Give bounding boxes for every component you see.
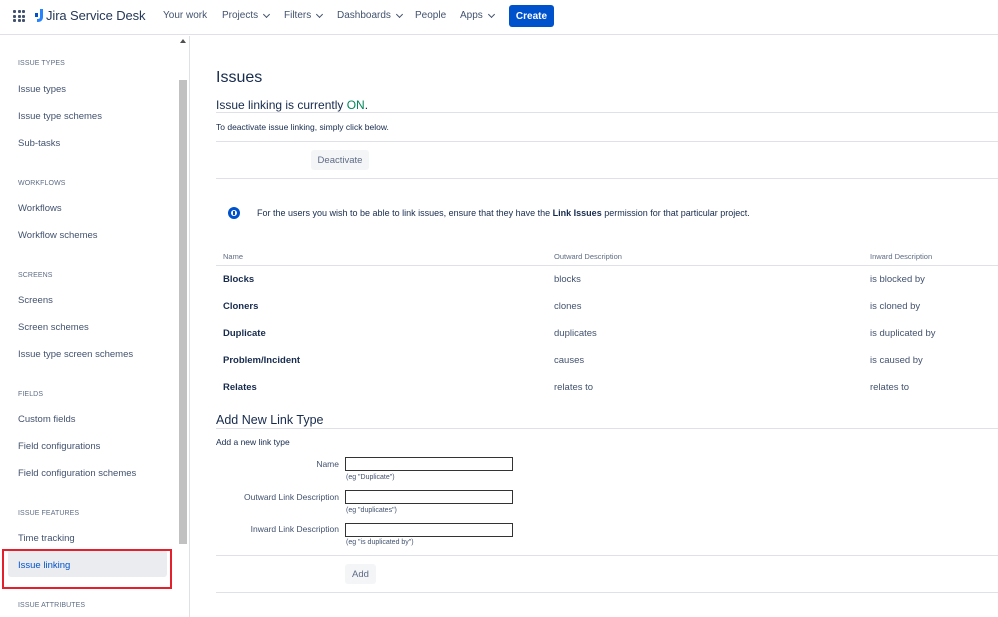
chevron-down-icon [316,10,324,18]
outward-description: clones [554,301,582,312]
inward-description: is cloned by [870,301,921,312]
jira-logo-icon [35,8,43,22]
sidebar-item-screen-schemes[interactable]: Screen schemes [18,322,89,333]
nav-filters[interactable]: Filters [284,10,324,21]
sidebar-item-workflows[interactable]: Workflows [18,203,62,214]
inward-label: Inward Link Description [250,524,339,534]
section-title-issue-types: ISSUE TYPES [18,60,65,67]
name-input[interactable] [345,457,513,471]
outward-label: Outward Link Description [244,492,339,502]
sidebar-item-screens[interactable]: Screens [18,295,53,306]
sidebar-item-field-configuration-schemes[interactable]: Field configuration schemes [18,468,136,479]
divider [216,112,998,113]
section-title-screens: SCREENS [18,272,53,279]
nav-projects[interactable]: Projects [222,10,271,21]
outward-description: relates to [554,382,594,393]
info-text-after: permission for that particular project. [601,208,750,218]
outward-description: duplicates [554,328,597,339]
link-name: Relates [223,382,257,393]
deactivate-button[interactable]: Deactivate [311,150,369,170]
divider [216,592,998,593]
nav-label: Dashboards [337,10,391,21]
nav-apps[interactable]: Apps [460,10,495,21]
nav-label: Filters [284,10,312,21]
outward-description-input[interactable] [345,490,513,504]
chevron-down-icon [395,10,403,18]
col-header-inward: Inward Description [870,252,933,261]
product-name: Jira Service Desk [46,8,146,23]
add-link-type-heading: Add New Link Type [216,413,324,427]
name-label: Name [316,459,339,469]
sidebar-item-custom-fields[interactable]: Custom fields [18,414,76,425]
status-value: ON [346,98,365,112]
outward-hint: (eg "duplicates") [346,507,397,514]
nav-label: Apps [460,10,483,21]
linking-status: Issue linking is currently ON. [216,98,368,112]
inward-description: relates to [870,382,910,393]
info-text-bold: Link Issues [552,208,602,218]
app-switcher-icon[interactable] [13,10,25,22]
sidebar-item-time-tracking[interactable]: Time tracking [18,533,75,544]
nav-label: Your work [163,10,208,21]
section-title-workflows: WORKFLOWS [18,180,66,187]
inward-description: is duplicated by [870,328,936,339]
link-name: Cloners [223,301,259,312]
sidebar-item-issue-type-screen-schemes[interactable]: Issue type screen schemes [18,349,133,360]
add-link-type-subtitle: Add a new link type [216,437,290,447]
create-button[interactable]: Create [509,5,554,27]
sidebar-item-workflow-schemes[interactable]: Workflow schemes [18,230,98,241]
inward-description: is blocked by [870,274,925,285]
main-content: Issues Issue linking is currently ON. To… [191,36,998,617]
nav-dashboards[interactable]: Dashboards [337,10,403,21]
sidebar-item-issue-type-schemes[interactable]: Issue type schemes [18,111,102,122]
nav-label: People [415,10,447,21]
info-text-before: For the users you wish to be able to lin… [257,208,553,218]
scrollbar-thumb[interactable] [179,80,187,544]
table-header-divider [216,265,998,266]
sidebar-item-issue-types[interactable]: Issue types [18,84,66,95]
add-button[interactable]: Add [345,564,376,584]
col-header-outward: Outward Description [554,252,622,261]
link-name: Blocks [223,274,255,285]
info-message: For the users you wish to be able to lin… [257,208,750,218]
deactivate-hint: To deactivate issue linking, simply clic… [216,122,389,132]
highlight-box [2,549,172,589]
info-icon [228,207,240,219]
link-name: Duplicate [223,328,266,339]
inward-description-input[interactable] [345,523,513,537]
nav-your-work[interactable]: Your work [163,10,207,21]
chevron-down-icon [263,10,271,18]
admin-sidebar: ISSUE TYPES Issue types Issue type schem… [0,36,190,617]
sidebar-item-sub-tasks[interactable]: Sub-tasks [18,138,60,149]
divider [216,178,998,179]
name-hint: (eg "Duplicate") [346,474,395,481]
scroll-up-arrow-icon[interactable] [180,39,186,43]
outward-description: blocks [554,274,581,285]
nav-people[interactable]: People [415,10,446,21]
product-logo[interactable]: Jira Service Desk [34,8,146,23]
sidebar-item-field-configurations[interactable]: Field configurations [18,441,100,452]
divider [216,428,998,429]
section-title-fields: FIELDS [18,391,44,398]
link-name: Problem/Incident [223,355,301,366]
top-navigation: Jira Service Desk Your work Projects Fil… [0,0,998,35]
section-title-issue-attributes: ISSUE ATTRIBUTES [18,602,86,609]
outward-description: causes [554,355,585,366]
status-suffix: . [364,98,369,112]
page-title: Issues [216,69,263,86]
section-title-issue-features: ISSUE FEATURES [18,510,80,517]
col-header-name: Name [223,252,244,261]
divider [216,555,998,556]
inward-hint: (eg "is duplicated by") [346,539,414,546]
nav-label: Projects [222,10,259,21]
divider [216,141,998,142]
chevron-down-icon [487,10,495,18]
status-prefix: Issue linking is currently [216,98,347,112]
inward-description: is caused by [870,355,923,366]
